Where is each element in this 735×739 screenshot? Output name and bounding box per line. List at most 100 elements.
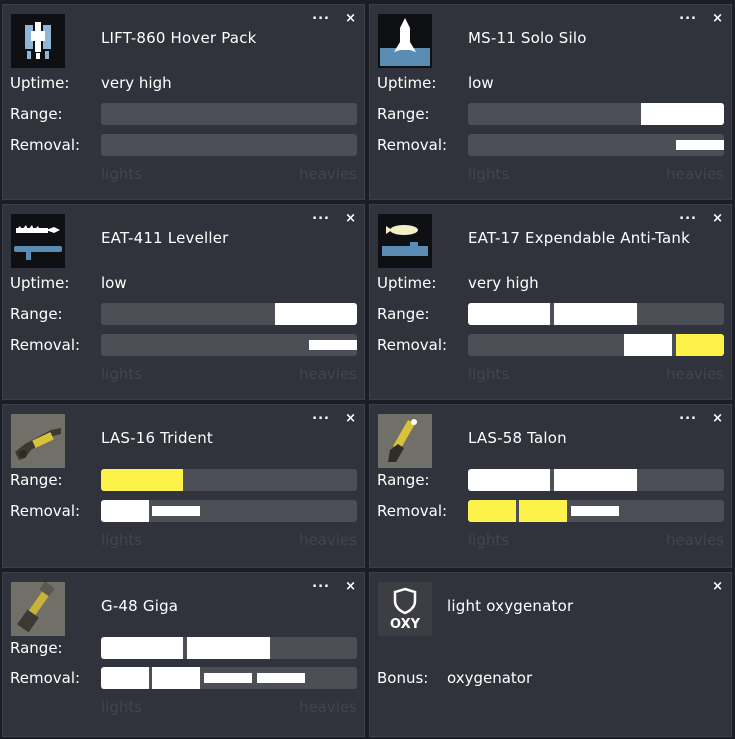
card-title: G-48 Giga: [101, 597, 179, 615]
removal-row: Removal:: [377, 500, 724, 522]
removal-row: Removal:: [377, 134, 724, 156]
range-row: Range:: [377, 103, 724, 125]
removal-row: Removal:: [10, 334, 357, 356]
more-options-button[interactable]: ...: [312, 576, 330, 591]
removal-bar: [101, 334, 357, 356]
card-title: EAT-411 Leveller: [101, 229, 229, 247]
scale-high-label: heavies: [298, 165, 357, 183]
range-bar: [468, 303, 724, 325]
scale-low-label: lights: [101, 365, 143, 383]
removal-row: Removal:: [10, 500, 357, 522]
scale-high-label: heavies: [665, 531, 724, 549]
bar-segment: [676, 140, 724, 150]
scale-high-label: heavies: [298, 698, 357, 716]
bar-segment: [101, 469, 184, 491]
more-options-button[interactable]: ...: [312, 208, 330, 223]
range-label: Range:: [10, 639, 63, 657]
silo-missile-icon: [378, 14, 432, 68]
bonus-value: oxygenator: [447, 669, 533, 687]
bar-segment: [309, 340, 357, 350]
close-button[interactable]: ×: [345, 579, 356, 594]
bar-segment: [468, 303, 551, 325]
scale-low-label: lights: [101, 165, 143, 183]
scale-labels: lights heavies: [101, 531, 357, 549]
scale-high-label: heavies: [298, 531, 357, 549]
jetpack-icon: [11, 14, 65, 68]
scale-low-label: lights: [468, 165, 510, 183]
more-options-button[interactable]: ...: [312, 8, 330, 23]
bar-segment: [571, 506, 620, 516]
range-bar: [101, 103, 357, 125]
close-button[interactable]: ×: [345, 411, 356, 426]
range-label: Range:: [377, 305, 430, 323]
removal-label: Removal:: [10, 336, 81, 354]
scale-labels: lights heavies: [101, 365, 357, 383]
card-title: LAS-16 Trident: [101, 429, 213, 447]
loadout-card: EAT-411 Leveller ... × Uptime: low Range…: [2, 204, 365, 400]
uptime-label: Uptime:: [377, 74, 437, 92]
scale-labels: lights heavies: [101, 165, 357, 183]
scale-high-label: heavies: [665, 165, 724, 183]
uptime-row: Uptime: low: [10, 272, 357, 294]
uptime-label: Uptime:: [10, 74, 70, 92]
range-row: Range:: [10, 469, 357, 491]
range-label: Range:: [377, 471, 430, 489]
uptime-label: Uptime:: [377, 274, 437, 292]
bar-segment: [257, 673, 306, 683]
bar-segment: [519, 500, 568, 522]
range-row: Range:: [10, 637, 357, 659]
uptime-value: low: [468, 74, 494, 92]
range-bar: [101, 303, 357, 325]
bar-segment: [101, 500, 149, 522]
uptime-value: very high: [468, 274, 539, 292]
range-label: Range:: [10, 471, 63, 489]
more-options-button[interactable]: ...: [679, 208, 697, 223]
range-bar: [468, 103, 724, 125]
laser-rifle-icon: [11, 414, 65, 468]
bar-segment: [468, 469, 551, 491]
removal-label: Removal:: [377, 502, 448, 520]
card-title: LAS-58 Talon: [468, 429, 567, 447]
bar-segment: [101, 637, 184, 659]
scale-labels: lights heavies: [468, 165, 724, 183]
close-button[interactable]: ×: [345, 211, 356, 226]
removal-label: Removal:: [10, 502, 81, 520]
bonus-label: Bonus:: [377, 669, 429, 687]
rocket-icon: [378, 214, 432, 268]
more-options-button[interactable]: ...: [679, 8, 697, 23]
bar-segment: [101, 667, 149, 689]
bar-segment: [624, 334, 673, 356]
bar-segment: [554, 469, 638, 491]
card-title: light oxygenator: [447, 597, 574, 615]
uptime-value: low: [101, 274, 127, 292]
laser-pistol-icon: [378, 414, 432, 468]
more-options-button[interactable]: ...: [679, 408, 697, 423]
close-button[interactable]: ×: [345, 11, 356, 26]
scale-labels: lights heavies: [468, 365, 724, 383]
uptime-row: Uptime: low: [377, 72, 724, 94]
removal-label: Removal:: [10, 669, 81, 687]
removal-bar: [468, 500, 724, 522]
bar-segment: [152, 506, 201, 516]
bar-segment: [274, 303, 357, 325]
removal-bar: [101, 134, 357, 156]
close-button[interactable]: ×: [712, 211, 723, 226]
close-button[interactable]: ×: [712, 411, 723, 426]
close-button[interactable]: ×: [712, 579, 723, 594]
bar-segment: [204, 673, 253, 683]
loadout-card: OXY light oxygenator × Bonus: oxygenator: [369, 572, 732, 737]
more-options-button[interactable]: ...: [312, 408, 330, 423]
close-button[interactable]: ×: [712, 11, 723, 26]
grenade-icon: [11, 582, 65, 636]
removal-bar: [468, 134, 724, 156]
range-label: Range:: [10, 305, 63, 323]
bar-segment: [468, 500, 516, 522]
scale-labels: lights heavies: [468, 531, 724, 549]
loadout-card: LIFT-860 Hover Pack ... × Uptime: very h…: [2, 4, 365, 200]
loadout-card: MS-11 Solo Silo ... × Uptime: low Range:…: [369, 4, 732, 200]
removal-label: Removal:: [10, 136, 81, 154]
range-bar: [468, 469, 724, 491]
bar-segment: [152, 667, 201, 689]
scale-low-label: lights: [101, 698, 143, 716]
card-title: LIFT-860 Hover Pack: [101, 29, 257, 47]
